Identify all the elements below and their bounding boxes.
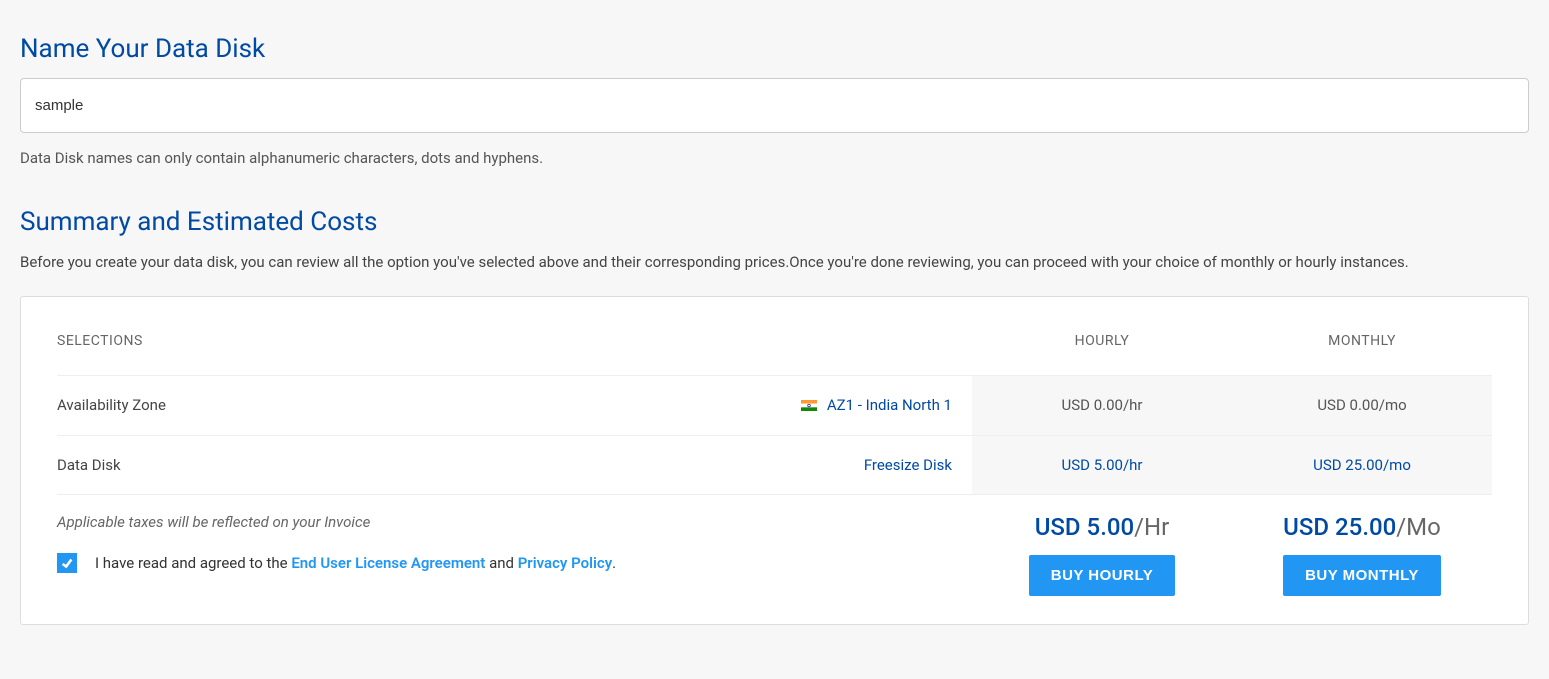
row-hourly: USD 5.00/hr [972,435,1232,494]
monthly-total: USD 25.00/Mo [1232,513,1492,541]
privacy-link[interactable]: Privacy Policy [518,554,612,572]
row-value: AZ1 - India North 1 [413,375,972,435]
summary-desc: Before you create your data disk, you ca… [20,251,1529,274]
row-monthly: USD 25.00/mo [1232,435,1492,494]
disk-name-input[interactable] [20,78,1529,133]
monthly-total-cell: USD 25.00/Mo BUY MONTHLY [1232,494,1492,596]
check-icon [60,556,74,570]
name-disk-title: Name Your Data Disk [20,34,1529,64]
agreement-row: I have read and agreed to the End User L… [57,553,972,573]
hourly-total: USD 5.00/Hr [972,513,1232,541]
row-label: Data Disk [57,435,413,494]
summary-card: SELECTIONS HOURLY MONTHLY Availability Z… [20,296,1529,625]
table-row: Data Disk Freesize Disk USD 5.00/hr USD … [57,435,1492,494]
row-hourly: USD 0.00/hr [972,375,1232,435]
india-flag-icon [801,397,817,415]
tax-note: Applicable taxes will be reflected on yo… [57,513,972,531]
buy-monthly-button[interactable]: BUY MONTHLY [1283,555,1441,596]
eula-link[interactable]: End User License Agreement [291,554,485,572]
row-value-text: Freesize Disk [864,456,952,474]
buy-hourly-button[interactable]: BUY HOURLY [1029,555,1176,596]
row-monthly: USD 0.00/mo [1232,375,1492,435]
disk-name-help: Data Disk names can only contain alphanu… [20,149,1529,167]
table-row: Availability Zone AZ1 - India North 1 US… [57,375,1492,435]
agreement-text: I have read and agreed to the End User L… [95,554,616,572]
cost-table: SELECTIONS HOURLY MONTHLY Availability Z… [57,333,1492,596]
col-hourly: HOURLY [972,333,1232,376]
col-selections: SELECTIONS [57,333,972,376]
summary-title: Summary and Estimated Costs [20,207,1529,237]
hourly-total-cell: USD 5.00/Hr BUY HOURLY [972,494,1232,596]
row-value: Freesize Disk [413,435,972,494]
footer-row: Applicable taxes will be reflected on yo… [57,494,1492,596]
row-value-text: AZ1 - India North 1 [827,396,952,414]
agree-checkbox[interactable] [57,553,77,573]
row-label: Availability Zone [57,375,413,435]
col-monthly: MONTHLY [1232,333,1492,376]
